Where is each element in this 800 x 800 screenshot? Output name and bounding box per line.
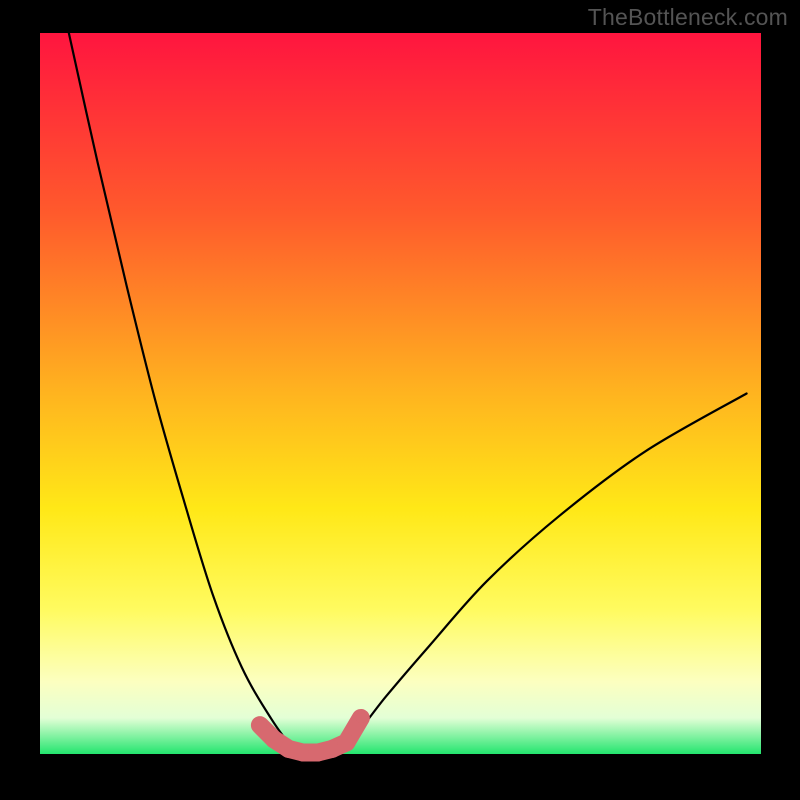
marker-dot bbox=[356, 713, 366, 723]
plot-background bbox=[40, 33, 761, 754]
bottleneck-chart bbox=[0, 0, 800, 800]
watermark-text: TheBottleneck.com bbox=[588, 4, 788, 31]
chart-frame: TheBottleneck.com bbox=[0, 0, 800, 800]
marker-dot bbox=[253, 718, 267, 732]
marker-dot bbox=[337, 733, 355, 751]
